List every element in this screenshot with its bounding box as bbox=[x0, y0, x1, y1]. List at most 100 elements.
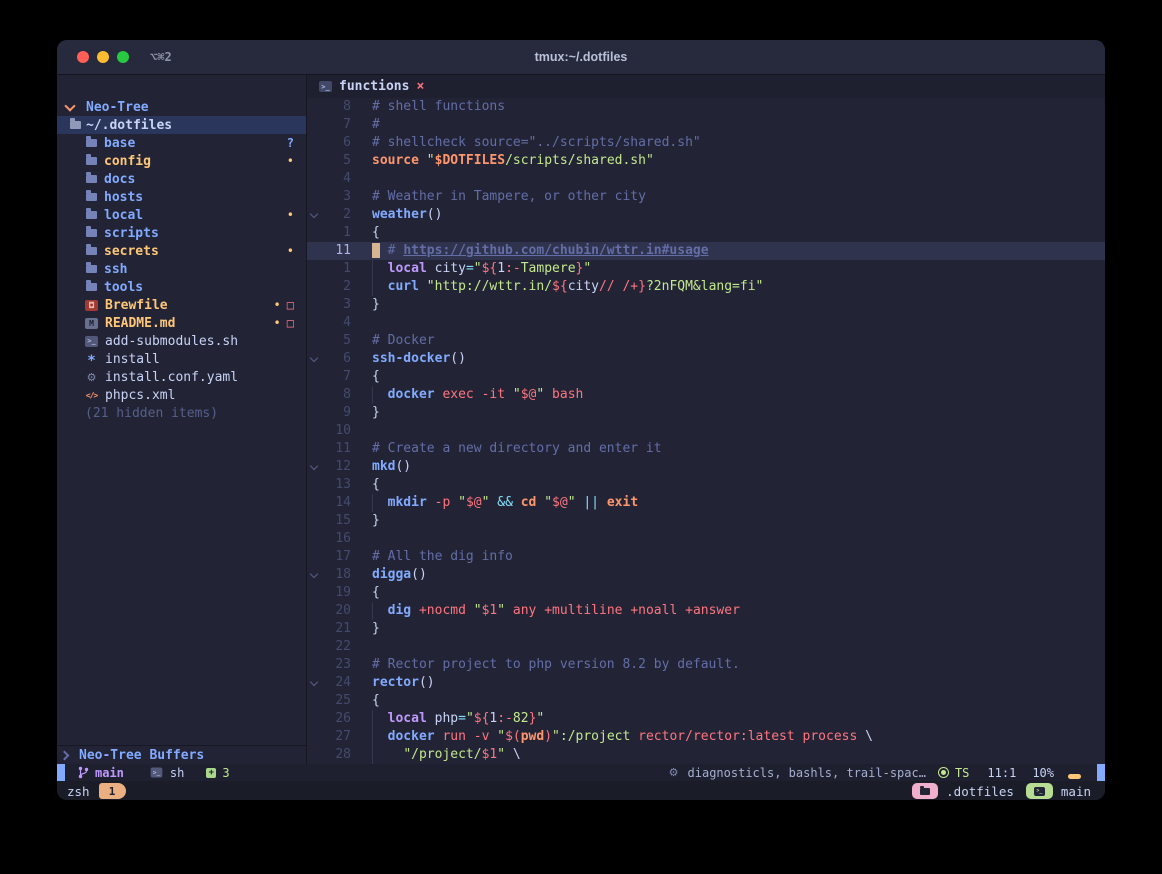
tmux-window-index-pill[interactable]: 1 bbox=[99, 783, 126, 799]
code-text: { bbox=[372, 368, 1105, 386]
code-line[interactable]: 28 "/project/$1" \ bbox=[307, 746, 1105, 764]
fold-chevron-icon[interactable] bbox=[307, 682, 321, 685]
code-text: ssh-docker() bbox=[372, 350, 1105, 368]
neo-tree-buffers-header[interactable]: Neo-Tree Buffers bbox=[57, 746, 306, 764]
tree-item[interactable]: docs bbox=[57, 170, 306, 188]
code-line[interactable]: 6ssh-docker() bbox=[307, 350, 1105, 368]
code-line[interactable]: 11# Create a new directory and enter it bbox=[307, 440, 1105, 458]
code-text: # All the dig info bbox=[372, 548, 1105, 566]
code-line[interactable]: 11 # https://github.com/chubin/wttr.in#u… bbox=[307, 242, 1105, 260]
filetype-label: sh bbox=[170, 766, 184, 780]
tree-item[interactable]: Brewfile•□ bbox=[57, 296, 306, 314]
code-text: # shell functions bbox=[372, 98, 1105, 116]
code-line[interactable]: 20 dig +nocmd "$1" any +multiline +noall… bbox=[307, 602, 1105, 620]
tree-item[interactable]: secrets• bbox=[57, 242, 306, 260]
tree-item[interactable]: phpcs.xml bbox=[57, 386, 306, 404]
tree-root-item[interactable]: ~/.dotfiles bbox=[57, 116, 306, 134]
close-tab-icon[interactable]: × bbox=[416, 79, 424, 94]
editor-pane: functions × 8# shell functions7#6# shell… bbox=[307, 75, 1105, 764]
folder-icon bbox=[86, 211, 97, 219]
scroll-percentage: 10% bbox=[1032, 766, 1054, 780]
code-line[interactable]: 18digga() bbox=[307, 566, 1105, 584]
code-text: # Create a new directory and enter it bbox=[372, 440, 1105, 458]
code-line[interactable]: 4 bbox=[307, 314, 1105, 332]
code-line[interactable]: 27 docker run -v "$(pwd)":/project recto… bbox=[307, 728, 1105, 746]
tree-item[interactable]: tools bbox=[57, 278, 306, 296]
fold-chevron-icon[interactable] bbox=[307, 466, 321, 469]
tmux-window-name[interactable]: zsh bbox=[67, 784, 90, 799]
tree-item[interactable]: base? bbox=[57, 134, 306, 152]
tree-item[interactable]: hosts bbox=[57, 188, 306, 206]
main-content: Neo-Tree~/.dotfilesbase?config•docshosts… bbox=[57, 75, 1105, 764]
fold-chevron-icon[interactable] bbox=[307, 358, 321, 361]
code-line[interactable]: 9} bbox=[307, 404, 1105, 422]
code-line[interactable]: 3} bbox=[307, 296, 1105, 314]
tree-item[interactable]: install.conf.yaml bbox=[57, 368, 306, 386]
line-number: 4 bbox=[321, 314, 351, 332]
line-number: 14 bbox=[321, 494, 351, 512]
code-line[interactable]: 8 docker exec -it "$@" bash bbox=[307, 386, 1105, 404]
code-text: digga() bbox=[372, 566, 1105, 584]
code-line[interactable]: 6# shellcheck source="../scripts/shared.… bbox=[307, 134, 1105, 152]
tab-functions[interactable]: functions × bbox=[319, 79, 424, 94]
line-number: 12 bbox=[321, 458, 351, 476]
code-line[interactable]: 2 weather() bbox=[307, 206, 1105, 224]
folder-icon bbox=[920, 788, 930, 795]
tree-item-label: ssh bbox=[104, 262, 127, 277]
code-line[interactable]: 1{ bbox=[307, 224, 1105, 242]
line-number: 2 bbox=[321, 206, 351, 224]
code-line[interactable]: 26 local php="${1:-82}" bbox=[307, 710, 1105, 728]
file-tree[interactable]: Neo-Tree~/.dotfilesbase?config•docshosts… bbox=[57, 75, 306, 745]
code-line[interactable]: 24rector() bbox=[307, 674, 1105, 692]
code-line[interactable]: 16 bbox=[307, 530, 1105, 548]
code-line[interactable]: 4 bbox=[307, 170, 1105, 188]
code-line[interactable]: 1 local city="${1:-Tampere}" bbox=[307, 260, 1105, 278]
git-diff-added: 3 bbox=[206, 766, 229, 780]
code-line[interactable]: 7# bbox=[307, 116, 1105, 134]
code-line[interactable]: 7{ bbox=[307, 368, 1105, 386]
code-line[interactable]: 22 bbox=[307, 638, 1105, 656]
code-line[interactable]: 25{ bbox=[307, 692, 1105, 710]
line-number: 20 bbox=[321, 602, 351, 620]
tree-item[interactable]: install bbox=[57, 350, 306, 368]
fold-chevron-icon[interactable] bbox=[307, 574, 321, 577]
tree-item[interactable]: ssh bbox=[57, 260, 306, 278]
tabline: functions × bbox=[307, 75, 1105, 98]
code-line[interactable]: 5source "$DOTFILES/scripts/shared.sh" bbox=[307, 152, 1105, 170]
tree-item-label: hosts bbox=[104, 190, 143, 205]
line-number: 5 bbox=[321, 152, 351, 170]
code-line[interactable]: 3# Weather in Tampere, or other city bbox=[307, 188, 1105, 206]
tree-item[interactable]: scripts bbox=[57, 224, 306, 242]
tree-item[interactable]: config• bbox=[57, 152, 306, 170]
tree-item[interactable]: README.md•□ bbox=[57, 314, 306, 332]
fold-chevron-icon[interactable] bbox=[307, 214, 321, 217]
code-text: weather() bbox=[372, 206, 1105, 224]
tree-item[interactable]: local• bbox=[57, 206, 306, 224]
code-line[interactable]: 5# Docker bbox=[307, 332, 1105, 350]
git-branch-icon bbox=[78, 766, 89, 779]
code-area[interactable]: 8# shell functions7#6# shellcheck source… bbox=[307, 98, 1105, 764]
folder-icon bbox=[86, 247, 97, 255]
code-line[interactable]: 10 bbox=[307, 422, 1105, 440]
code-line[interactable]: 13{ bbox=[307, 476, 1105, 494]
line-number: 24 bbox=[321, 674, 351, 692]
code-line[interactable]: 12mkd() bbox=[307, 458, 1105, 476]
code-line[interactable]: 14 mkdir -p "$@" && cd "$@" || exit bbox=[307, 494, 1105, 512]
code-line[interactable]: 17# All the dig info bbox=[307, 548, 1105, 566]
code-line[interactable]: 21} bbox=[307, 620, 1105, 638]
tree-item-label: README.md bbox=[105, 316, 175, 331]
code-text: curl "http://wttr.in/${city// /+}?2nFQM&… bbox=[372, 278, 1105, 296]
code-text: # Weather in Tampere, or other city bbox=[372, 188, 1105, 206]
code-line[interactable]: 19{ bbox=[307, 584, 1105, 602]
shell-file-icon bbox=[319, 81, 332, 92]
code-text: # shellcheck source="../scripts/shared.s… bbox=[372, 134, 1105, 152]
code-line[interactable]: 15} bbox=[307, 512, 1105, 530]
tree-item[interactable]: add-submodules.sh bbox=[57, 332, 306, 350]
git-status-badge: ? bbox=[287, 136, 294, 150]
code-line[interactable]: 23# Rector project to php version 8.2 by… bbox=[307, 656, 1105, 674]
code-line[interactable]: 8# shell functions bbox=[307, 98, 1105, 116]
lsp-servers-list: diagnosticls, bashls, trail-spac… bbox=[688, 766, 926, 780]
tmux-git-branch: main bbox=[1061, 784, 1091, 799]
git-status-badge: □ bbox=[287, 298, 294, 312]
code-line[interactable]: 2 curl "http://wttr.in/${city// /+}?2nFQ… bbox=[307, 278, 1105, 296]
